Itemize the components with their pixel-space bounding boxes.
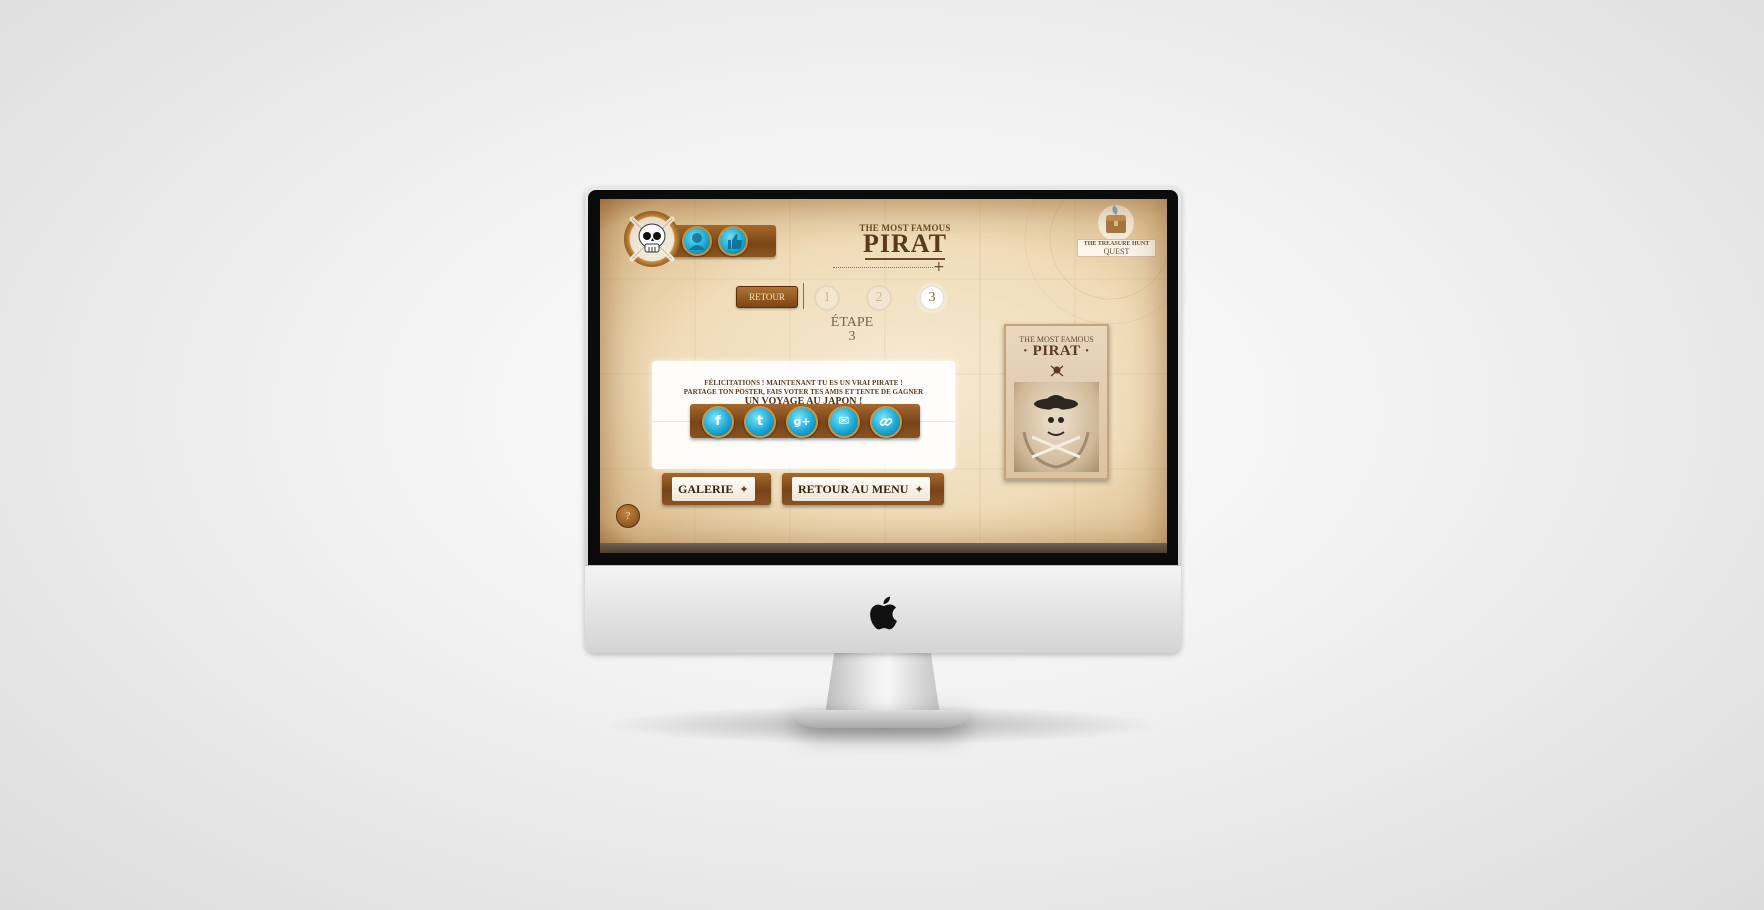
galerie-button[interactable]: GALERIE ✦ <box>662 473 771 505</box>
poster-title: · PIRAT · <box>1022 343 1091 359</box>
share-instructions-text: PARTAGE TON POSTER, FAIS VOTER TES AMIS … <box>683 388 924 396</box>
compass-plus-icon: + <box>933 259 945 275</box>
profile-icon <box>689 233 705 250</box>
compass-icon: ✦ <box>739 483 749 496</box>
compass-icon: ✦ <box>914 483 924 496</box>
retour-menu-button[interactable]: RETOUR AU MENU ✦ <box>782 473 944 505</box>
share-bar: f t g+ ✉ <box>690 404 920 438</box>
monitor-foot <box>793 710 969 728</box>
like-icon <box>728 234 743 249</box>
pirate-portrait-icon <box>1022 395 1090 469</box>
site-title: PIRAT <box>863 229 947 258</box>
profile-button[interactable] <box>682 226 712 256</box>
monitor-chin <box>585 565 1181 653</box>
poster-preview[interactable]: THE MOST FAMOUS · PIRAT · <box>1004 324 1109 480</box>
help-button[interactable]: ? <box>616 504 640 528</box>
step-1[interactable]: 1 <box>814 285 840 311</box>
skull-crossbones-icon <box>629 216 675 262</box>
galerie-label: GALERIE <box>678 482 734 496</box>
retour-menu-label: RETOUR AU MENU <box>798 482 909 496</box>
share-email-button[interactable]: ✉ <box>828 406 860 438</box>
poster-skull-icon <box>1050 365 1064 377</box>
apple-logo-icon <box>870 596 897 630</box>
share-google-plus-button[interactable]: g+ <box>786 406 818 438</box>
like-button[interactable] <box>718 226 748 256</box>
monitor-stand <box>825 653 940 715</box>
step-3-active[interactable]: 3 <box>919 285 945 311</box>
etape-label: ÉTAPE <box>830 315 874 330</box>
etape-number: 3 <box>848 329 856 344</box>
treasure-chest-icon <box>1098 205 1134 241</box>
poster-portrait-image <box>1014 382 1099 472</box>
twitter-icon: t <box>756 414 764 429</box>
link-icon <box>879 418 893 426</box>
congrats-text: FÉLICITATIONS ! MAINTENANT TU ES UN VRAI… <box>704 379 903 387</box>
treasure-hunt-badge: THE TREASURE HUNT QUEST <box>1077 239 1156 257</box>
imac-mockup: THE MOST FAMOUS PIRAT + THE TREASURE HUN… <box>0 0 1764 910</box>
share-twitter-button[interactable]: t <box>744 406 776 438</box>
share-facebook-button[interactable]: f <box>702 406 734 438</box>
galerie-button-face: GALERIE ✦ <box>672 477 755 501</box>
progress-dotted-line <box>833 267 933 268</box>
retour-button[interactable]: RETOUR <box>736 286 798 308</box>
email-icon: ✉ <box>838 414 850 429</box>
share-link-button[interactable] <box>870 406 902 438</box>
skull-crossbones-badge[interactable] <box>624 211 680 267</box>
website-screen: THE MOST FAMOUS PIRAT + THE TREASURE HUN… <box>600 199 1167 553</box>
nav-separator <box>803 283 804 309</box>
retour-menu-button-face: RETOUR AU MENU ✦ <box>792 477 930 501</box>
facebook-icon: f <box>715 414 721 429</box>
screen-bottom-bar <box>600 543 1167 553</box>
step-2[interactable]: 2 <box>866 285 892 311</box>
google-plus-icon: g+ <box>793 415 811 428</box>
quest-logo-bottom-text: QUEST <box>1103 247 1130 256</box>
